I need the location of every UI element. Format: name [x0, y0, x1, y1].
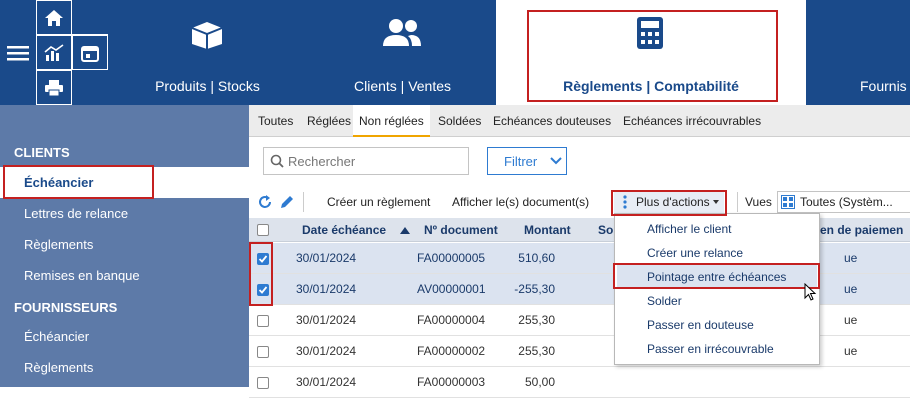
column-solde[interactable]: So — [598, 218, 613, 242]
cell-date: 30/01/2024 — [296, 282, 357, 296]
tab-soldees[interactable]: Soldées — [438, 105, 481, 137]
cell-montant: -255,30 — [514, 282, 555, 296]
column-date-echeance[interactable]: Date échéance — [302, 218, 386, 242]
sidebar-item-echeancier-fournisseurs[interactable]: Échéancier — [0, 321, 249, 352]
cell-montant: 50,00 — [524, 375, 555, 389]
highlight-checkboxes-frame — [249, 242, 273, 306]
tab-echeances-irrecouvrables[interactable]: Echéances irrécouvrables — [623, 105, 761, 137]
sidebar-section-fournisseurs: FOURNISSEURS — [14, 300, 118, 315]
show-documents-button[interactable]: Afficher le(s) document(s) — [452, 195, 589, 209]
calendar-button[interactable] — [72, 35, 108, 70]
grid-view-icon — [781, 195, 795, 209]
views-label: Vues — [745, 195, 772, 209]
create-payment-button[interactable]: Créer un règlement — [327, 195, 430, 209]
column-montant[interactable]: Montant — [524, 218, 571, 242]
cell-montant: 255,30 — [518, 344, 555, 358]
module-clients-ventes[interactable]: Clients | Ventes — [325, 0, 480, 105]
cell-date: 30/01/2024 — [296, 313, 357, 327]
menu-icon — [7, 45, 29, 60]
refresh-icon[interactable] — [257, 194, 273, 210]
cell-moyen-paiement: ue — [844, 282, 858, 296]
tab-bar: Toutes Réglées Non réglées Soldées Echéa… — [249, 105, 910, 137]
box-icon — [191, 22, 223, 49]
select-all-checkbox[interactable] — [257, 224, 269, 236]
module-label: Fournis — [860, 78, 907, 94]
cell-document: AV00000001 — [417, 282, 486, 296]
column-moyen-paiement[interactable]: en de paiemen — [820, 218, 903, 242]
menu-button[interactable] — [0, 0, 36, 105]
home-button[interactable] — [36, 0, 72, 35]
cell-document: FA00000003 — [417, 375, 486, 389]
row-checkbox[interactable] — [257, 377, 269, 389]
cell-document: FA00000004 — [417, 313, 486, 327]
row-checkbox[interactable] — [257, 346, 269, 358]
users-icon — [383, 19, 421, 46]
cell-date: 30/01/2024 — [296, 375, 357, 389]
cell-date: 30/01/2024 — [296, 344, 357, 358]
print-button[interactable] — [36, 70, 72, 105]
print-icon — [45, 79, 63, 96]
edit-icon[interactable] — [279, 194, 295, 210]
module-produits-stocks[interactable]: Produits | Stocks — [130, 0, 285, 105]
tab-reglees[interactable]: Réglées — [307, 105, 351, 137]
tab-non-reglees[interactable]: Non réglées — [353, 105, 430, 137]
tab-toutes[interactable]: Toutes — [258, 105, 293, 137]
sidebar-item-remises-banque[interactable]: Remises en banque — [0, 260, 249, 291]
menu-item-creer-relance[interactable]: Créer une relance — [647, 246, 743, 260]
table-row[interactable]: 30/01/2024 FA00000003 50,00 — [249, 367, 910, 398]
cell-moyen-paiement: ue — [844, 313, 858, 327]
search-placeholder: Rechercher — [288, 154, 356, 169]
cell-moyen-paiement: ue — [844, 251, 858, 265]
menu-item-passer-irrecouvrable[interactable]: Passer en irrécouvrable — [647, 342, 774, 356]
blank-quick-slot — [72, 0, 108, 35]
menu-item-solder[interactable]: Solder — [647, 294, 682, 308]
column-numero-document[interactable]: Nº document — [424, 218, 498, 242]
cell-moyen-paiement: ue — [844, 344, 858, 358]
chart-icon — [44, 43, 64, 61]
calendar-icon — [81, 45, 99, 62]
sidebar-section-clients: CLIENTS — [14, 145, 70, 160]
sidebar-item-reglements-clients[interactable]: Règlements — [0, 229, 249, 260]
module-label: Produits | Stocks — [155, 78, 260, 94]
menu-item-passer-douteuse[interactable]: Passer en douteuse — [647, 318, 754, 332]
search-icon — [270, 154, 284, 168]
row-checkbox[interactable] — [257, 315, 269, 327]
chevron-down-icon — [550, 157, 562, 165]
module-fournisseurs[interactable]: Fournis — [820, 0, 910, 105]
highlight-pointage-frame — [613, 263, 820, 289]
filter-label: Filtrer — [504, 154, 538, 169]
sidebar-item-reglements-fournisseurs[interactable]: Règlements — [0, 352, 249, 383]
cell-date: 30/01/2024 — [296, 251, 357, 265]
sort-asc-icon — [400, 227, 410, 234]
highlight-module-frame — [527, 10, 778, 102]
cell-document: FA00000005 — [417, 251, 486, 265]
cell-montant: 255,30 — [518, 313, 555, 327]
home-icon — [45, 9, 63, 26]
cell-montant: 510,60 — [518, 251, 555, 265]
cell-document: FA00000002 — [417, 344, 486, 358]
toolbar-divider — [303, 192, 304, 212]
sidebar: CLIENTS Échéancier Lettres de relance Rè… — [0, 105, 249, 387]
highlight-more-actions-frame — [611, 190, 727, 216]
highlight-sidebar-frame — [3, 165, 154, 199]
views-value: Toutes (Systèm... — [800, 195, 893, 209]
tab-echeances-douteuses[interactable]: Echéances douteuses — [493, 105, 611, 137]
module-label: Clients | Ventes — [353, 78, 452, 94]
stats-button[interactable] — [36, 35, 72, 70]
views-select[interactable]: Toutes (Systèm... — [777, 191, 910, 213]
mouse-cursor-icon — [804, 283, 817, 301]
filter-button[interactable]: Filtrer — [487, 147, 567, 175]
search-input[interactable]: Rechercher — [263, 147, 469, 175]
toolbar-divider — [737, 192, 738, 212]
more-actions-menu: Afficher le client Créer une relance Poi… — [614, 213, 820, 365]
sidebar-item-lettres-relance[interactable]: Lettres de relance — [0, 198, 249, 229]
menu-item-afficher-client[interactable]: Afficher le client — [647, 222, 732, 236]
